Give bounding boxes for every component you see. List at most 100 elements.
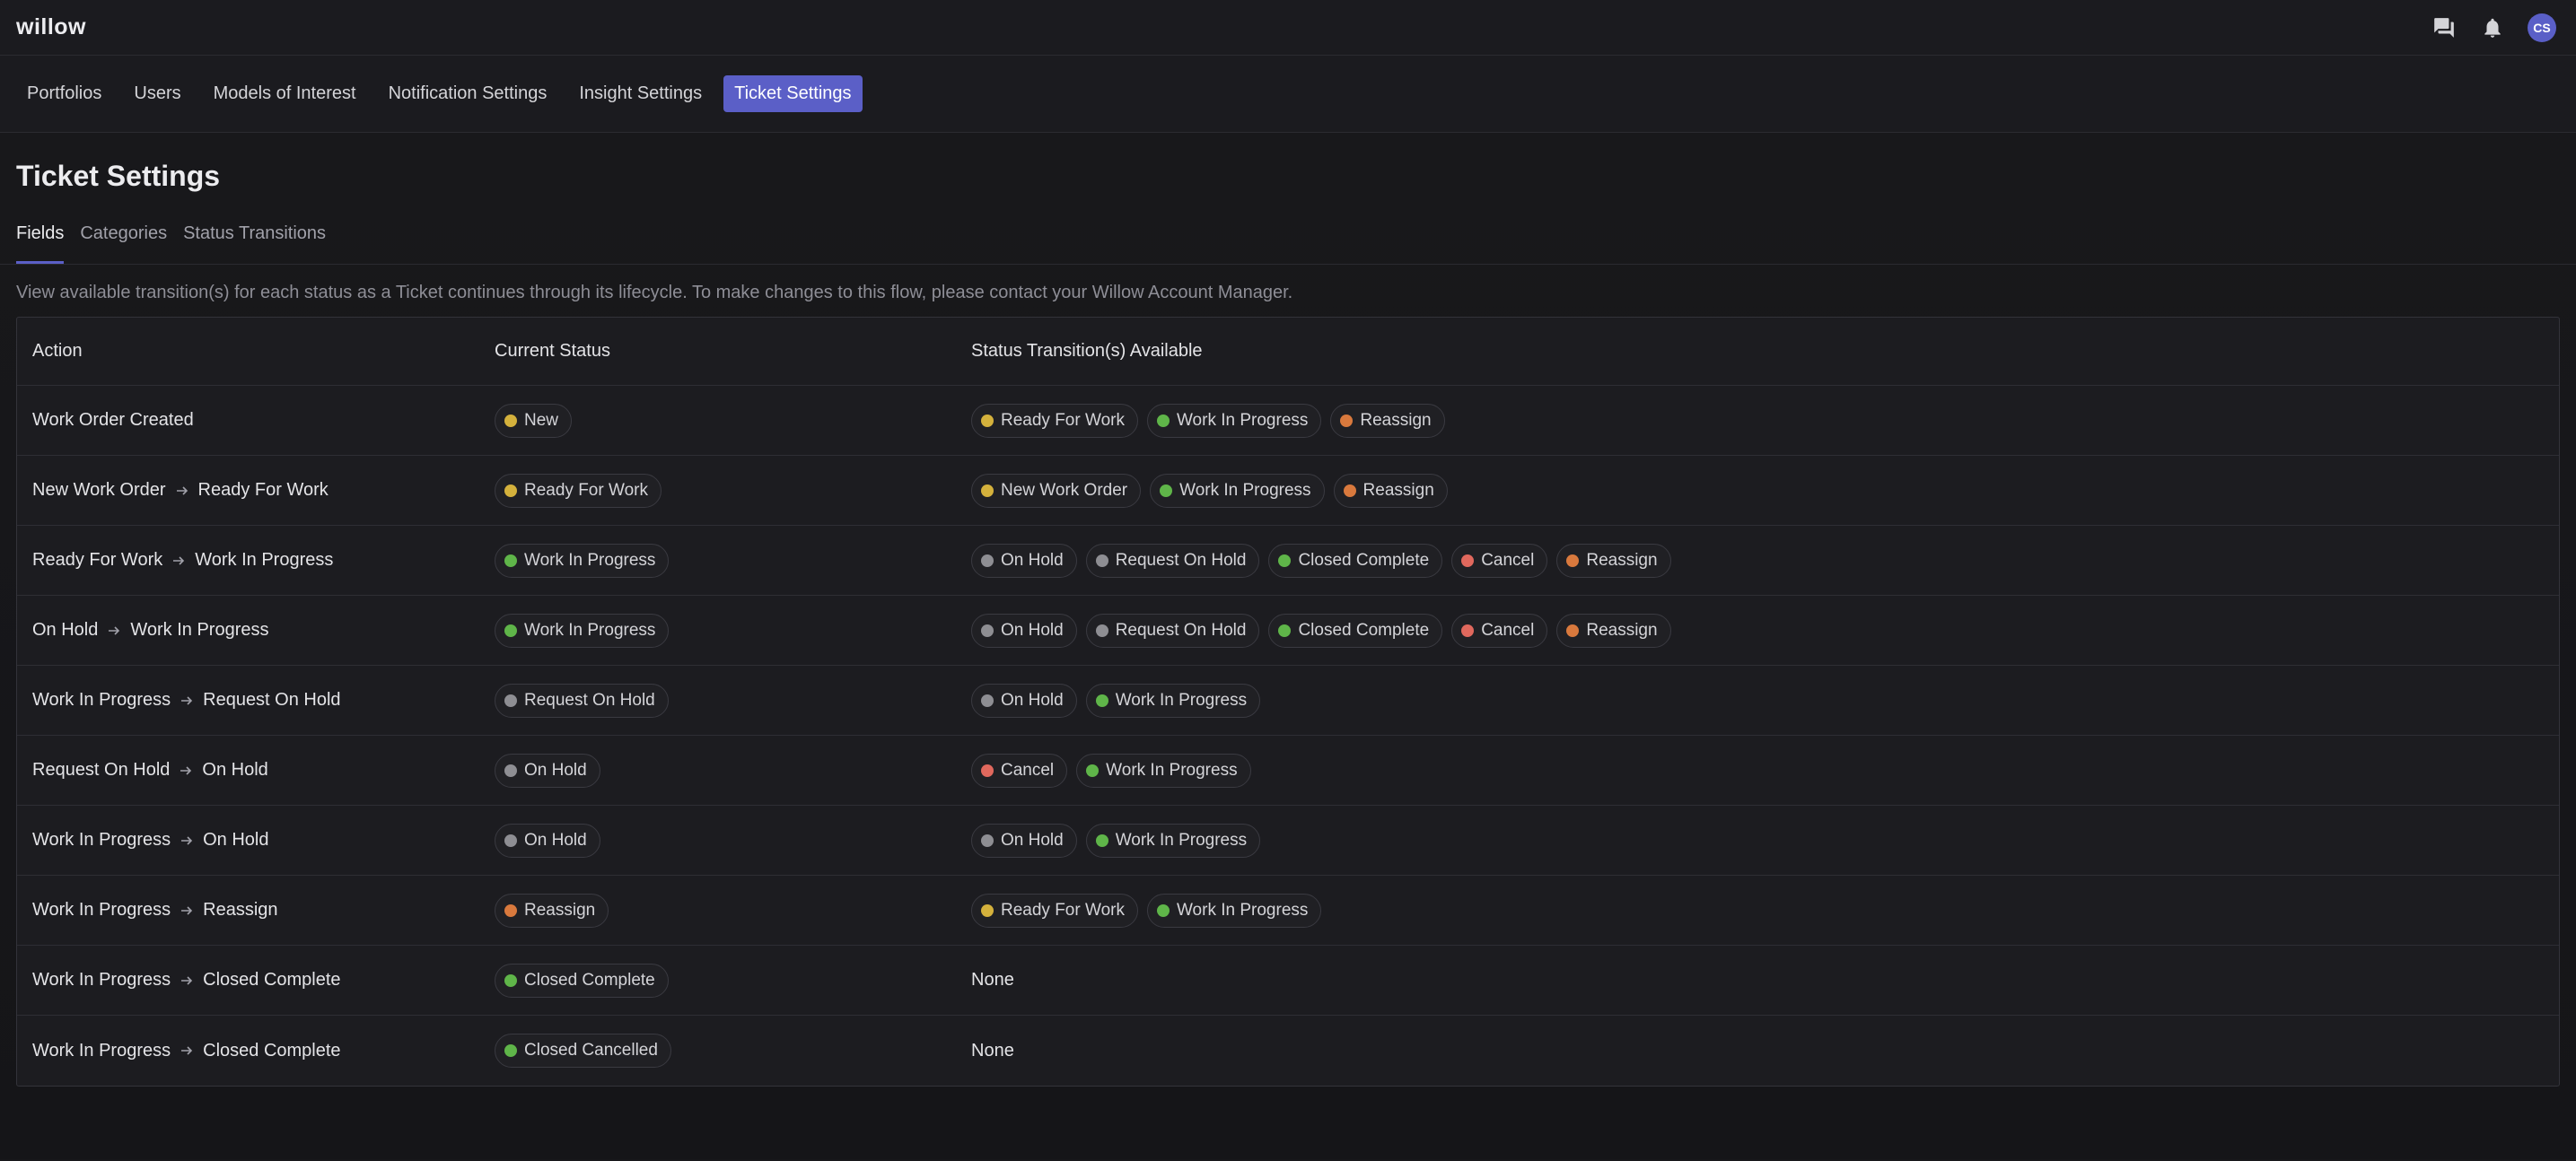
action-cell: Work In Progress On Hold <box>17 830 495 851</box>
status-dot <box>1095 554 1108 567</box>
status-dot <box>1086 764 1100 777</box>
status-pill-label: New <box>524 410 559 430</box>
action-from: Work In Progress <box>32 830 171 850</box>
action-cell: Ready For Work Work In Progress <box>17 550 495 571</box>
status-dot <box>1566 554 1580 567</box>
tab-fields[interactable]: Fields <box>16 223 65 264</box>
nav-item-portfolios[interactable]: Portfolios <box>16 75 112 112</box>
status-pill-label: Closed Complete <box>524 970 655 990</box>
status-pill-label: Reassign <box>1586 620 1658 640</box>
tab-categories[interactable]: Categories <box>80 223 167 264</box>
bell-icon[interactable] <box>2479 14 2506 41</box>
nav-item-ticket-settings[interactable]: Ticket Settings <box>723 75 863 112</box>
status-pill: Reassign <box>1556 543 1671 578</box>
transitions-cell: None <box>971 970 2559 991</box>
action-to: On Hold <box>202 760 268 780</box>
action-cell: New Work Order Ready For Work <box>17 480 495 501</box>
action-from: Work In Progress <box>32 1040 171 1061</box>
status-pill-label: Request On Hold <box>1115 550 1247 570</box>
action-cell: Work In Progress Closed Complete <box>17 1041 495 1061</box>
status-pill: Work In Progress <box>1085 683 1261 718</box>
action-from: New Work Order <box>32 480 166 500</box>
table-row: Work In Progress Request On Hold Request O… <box>17 666 2559 736</box>
status-pill: Work In Progress <box>1146 893 1322 928</box>
action-from: On Hold <box>32 620 99 640</box>
arrow-right-icon <box>179 760 193 781</box>
nav-item-users[interactable]: Users <box>123 75 191 112</box>
user-avatar[interactable]: CS <box>2528 13 2556 42</box>
status-dot <box>1461 554 1475 567</box>
status-pill: Ready For Work <box>495 473 662 508</box>
table-row: New Work Order Ready For Work Ready For Wo… <box>17 456 2559 526</box>
status-pill: On Hold <box>971 683 1077 718</box>
status-dot <box>981 834 994 847</box>
status-pill: Work In Progress <box>1085 823 1261 858</box>
action-from: Work In Progress <box>32 690 171 710</box>
status-pill-label: Ready For Work <box>1001 900 1125 920</box>
status-dot <box>504 414 517 427</box>
arrow-right-icon <box>180 1041 194 1061</box>
transitions-cell: Cancel Work In Progress <box>971 753 2559 788</box>
action-to: Work In Progress <box>130 620 269 640</box>
willow-logo[interactable]: willow <box>16 14 86 40</box>
current-status-cell: Request On Hold <box>495 683 971 718</box>
status-pill: On Hold <box>971 613 1077 648</box>
nav-item-notification-settings[interactable]: Notification Settings <box>378 75 558 112</box>
current-status-cell: New <box>495 403 971 438</box>
chat-icon[interactable] <box>2431 14 2458 41</box>
status-pill-label: Work In Progress <box>1106 760 1238 780</box>
status-pill-label: Work In Progress <box>1115 830 1248 850</box>
status-pill-label: Cancel <box>1001 760 1055 780</box>
header-action: Action <box>32 341 83 361</box>
status-pill: Work In Progress <box>1150 473 1325 508</box>
transitions-cell: On Hold Request On Hold Closed Complete Can… <box>971 613 2559 648</box>
action-to: Closed Complete <box>203 1040 341 1061</box>
transitions-cell: On Hold Work In Progress <box>971 683 2559 718</box>
status-pill-label: On Hold <box>1001 690 1064 710</box>
current-status-cell: On Hold <box>495 823 971 858</box>
status-pill-label: Reassign <box>1586 550 1658 570</box>
status-dot <box>1343 484 1356 497</box>
action-to: On Hold <box>203 830 269 850</box>
top-bar: willow CS <box>0 0 2576 56</box>
settings-tabs: Fields Categories Status Transitions <box>0 212 2576 265</box>
status-dot <box>1278 624 1292 637</box>
table-row: Work In Progress Reassign Reassign Ready Fo… <box>17 876 2559 946</box>
action-from: Work In Progress <box>32 970 171 990</box>
table-row: Work In Progress On Hold On Hold On Hold Wor… <box>17 806 2559 876</box>
status-dot <box>1160 484 1173 497</box>
status-pill-label: Request On Hold <box>524 690 655 710</box>
status-pill: New Work Order <box>971 473 1142 508</box>
current-status-cell: Reassign <box>495 893 971 928</box>
status-dot <box>981 903 994 917</box>
status-pill: Request On Hold <box>495 683 669 718</box>
status-pill-label: On Hold <box>1001 620 1064 640</box>
nav-item-models-of-interest[interactable]: Models of Interest <box>203 75 367 112</box>
transitions-cell: None <box>971 1041 2559 1061</box>
status-pill: On Hold <box>971 543 1077 578</box>
status-pill: Closed Complete <box>1268 613 1443 648</box>
status-pill: On Hold <box>495 753 600 788</box>
arrow-right-icon <box>107 620 121 641</box>
status-dot <box>1095 834 1108 847</box>
table-row: Request On Hold On Hold On Hold Cancel Work … <box>17 736 2559 806</box>
status-pill: Reassign <box>1330 403 1445 438</box>
arrow-right-icon <box>180 690 194 711</box>
status-pill: Reassign <box>495 893 609 928</box>
action-from: Request On Hold <box>32 760 171 780</box>
settings-nav: Portfolios Users Models of Interest Notific… <box>0 56 2576 133</box>
status-pill: On Hold <box>971 823 1077 858</box>
action-from: Work In Progress <box>32 900 171 920</box>
status-dot <box>504 973 517 987</box>
status-pill-label: On Hold <box>524 830 587 850</box>
status-pill: Ready For Work <box>971 893 1138 928</box>
top-icons: CS <box>2431 13 2556 42</box>
status-pill-label: Reassign <box>1362 480 1434 500</box>
tab-status-transitions[interactable]: Status Transitions <box>183 223 326 264</box>
nav-item-insight-settings[interactable]: Insight Settings <box>568 75 713 112</box>
status-pill-label: New Work Order <box>1001 480 1128 500</box>
current-status-cell: On Hold <box>495 753 971 788</box>
status-pill: Work In Progress <box>1076 753 1251 788</box>
status-dot <box>504 764 517 777</box>
no-transitions: None <box>971 1040 1014 1061</box>
